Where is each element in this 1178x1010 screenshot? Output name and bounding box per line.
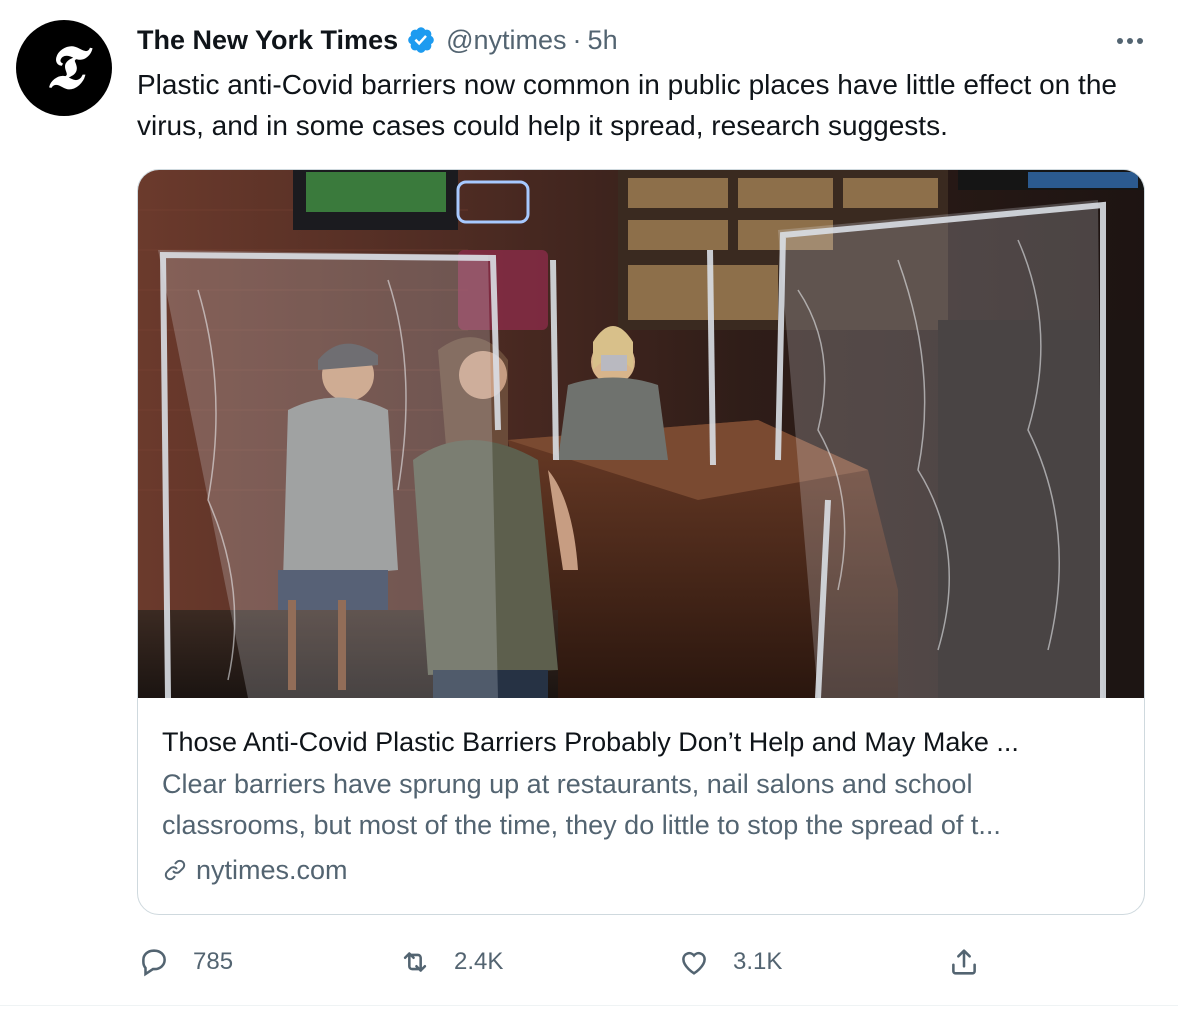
link-card[interactable]: Those Anti-Covid Plastic Barriers Probab… — [137, 169, 1145, 915]
share-icon — [952, 949, 976, 975]
card-description: Clear barriers have sprung up at restaur… — [162, 769, 1001, 840]
like-button[interactable]: 3.1K — [677, 940, 782, 984]
retweet-count: 2.4K — [454, 948, 504, 975]
like-count: 3.1K — [733, 948, 783, 975]
verified-badge-icon — [408, 27, 434, 53]
tweet-header: The New York Times @nytimes · 5h — [137, 22, 618, 58]
reply-button[interactable]: 785 — [137, 940, 233, 984]
link-icon — [164, 859, 186, 881]
bar-with-plastic-barriers-photo[interactable] — [138, 170, 1144, 698]
tweet-divider — [0, 1005, 1178, 1006]
reply-icon — [142, 949, 166, 977]
action-bar: 785 2.4K 3.1K — [137, 940, 997, 984]
card-domain-text: nytimes.com — [196, 855, 348, 885]
card-domain[interactable]: nytimes.com — [162, 848, 1122, 892]
tweet-timestamp[interactable]: 5h — [588, 25, 618, 56]
reply-count: 785 — [193, 948, 234, 975]
share-button[interactable] — [947, 940, 981, 984]
tweet[interactable]: 𝕿 The New York Times @nytimes · 5h Plast… — [0, 0, 1178, 1010]
avatar[interactable]: 𝕿 — [16, 20, 112, 116]
tweet-text: Plastic anti-Covid barriers now common i… — [137, 69, 1117, 141]
more-options-icon[interactable] — [1110, 26, 1150, 56]
card-title[interactable]: Those Anti-Covid Plastic Barriers Probab… — [162, 722, 1122, 762]
retweet-icon — [403, 952, 427, 972]
nyt-logo-icon: 𝕿 — [45, 33, 83, 103]
retweet-button[interactable]: 2.4K — [398, 940, 503, 984]
separator-dot: · — [572, 24, 582, 55]
user-handle[interactable]: @nytimes — [446, 25, 566, 56]
card-body[interactable]: Those Anti-Covid Plastic Barriers Probab… — [162, 722, 1122, 892]
display-name[interactable]: The New York Times — [137, 25, 398, 56]
heart-icon — [682, 951, 706, 975]
